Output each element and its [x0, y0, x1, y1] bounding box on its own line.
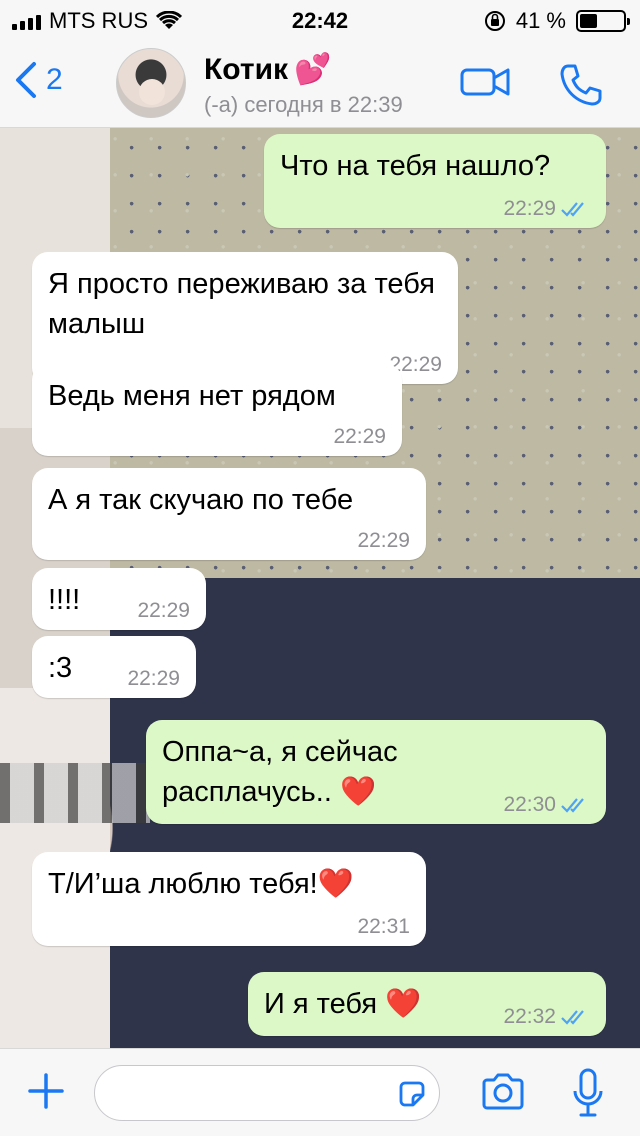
message-time: 22:29 — [127, 668, 180, 690]
message-text: :3 — [48, 652, 73, 684]
double-check-icon — [561, 202, 584, 217]
avatar[interactable] — [116, 48, 186, 118]
battery-percent: 41 % — [515, 8, 566, 33]
message-time-text: 22:29 — [127, 667, 180, 690]
chat-background: Что на тебя нашло? 22:29 Я просто пережи… — [0, 128, 640, 1048]
message-time-text: 22:29 — [357, 529, 410, 552]
battery-fill — [580, 14, 598, 28]
double-check-icon — [561, 1010, 584, 1025]
message-text: И я тебя ❤️ — [264, 988, 421, 1020]
message-bubble-incoming[interactable]: :3 22:29 — [32, 636, 196, 698]
status-bar: MTS RUS 22:42 41 % — [0, 0, 640, 40]
message-input[interactable] — [111, 1066, 391, 1120]
message-bubble-outgoing[interactable]: Оппа~а, я сейчас расплачусь.. ❤️ 22:30 — [146, 720, 606, 824]
message-time: 22:30 — [503, 794, 590, 816]
camera-button[interactable] — [480, 1073, 526, 1116]
message-bubble-incoming[interactable]: !!!! 22:29 — [32, 568, 206, 630]
message-time: 22:29 — [503, 198, 590, 220]
heart-emoji: ❤️ — [385, 988, 422, 1020]
heart-emoji: 💕 — [294, 53, 332, 86]
message-time: 22:29 — [137, 600, 190, 622]
message-time-text: 22:29 — [503, 197, 556, 220]
contact-name[interactable]: Котик 💕 — [204, 52, 331, 87]
message-time-text: 22:30 — [503, 793, 556, 816]
video-call-button[interactable] — [460, 62, 512, 107]
sticker-icon — [399, 1081, 425, 1107]
back-button[interactable]: 2 — [14, 60, 63, 100]
message-bubble-incoming[interactable]: Ведь меня нет рядом 22:29 — [32, 364, 402, 456]
message-input-wrapper — [94, 1065, 440, 1121]
plus-icon — [28, 1073, 64, 1109]
message-bubble-incoming[interactable]: Т/И’ша люблю тебя!❤️ 22:31 — [32, 852, 426, 946]
last-seen-status: (-а) сегодня в 22:39 — [204, 92, 403, 117]
battery-icon — [576, 10, 630, 32]
message-time-text: 22:31 — [357, 915, 410, 938]
heart-emoji: ❤️ — [317, 868, 354, 900]
voice-call-button[interactable] — [558, 62, 604, 113]
contact-name-text: Котик — [204, 52, 289, 86]
orientation-lock-icon — [484, 11, 505, 31]
message-time-text: 22:29 — [137, 599, 190, 622]
message-bubble-outgoing[interactable]: И я тебя ❤️ 22:32 — [248, 972, 606, 1036]
message-bubble-incoming[interactable]: А я так скучаю по тебе 22:29 — [32, 468, 426, 560]
message-bubble-outgoing[interactable]: Что на тебя нашло? 22:29 — [264, 134, 606, 228]
message-text: Что на тебя нашло? — [280, 150, 551, 182]
message-text-content: И я тебя — [264, 988, 378, 1020]
unread-count: 2 — [46, 63, 63, 96]
video-call-icon — [460, 68, 510, 96]
chat-header: 2 Котик 💕 (-а) сегодня в 22:39 — [0, 40, 640, 128]
double-check-icon — [561, 798, 584, 813]
phone-icon — [560, 64, 602, 106]
status-bar-right: 41 % — [484, 8, 630, 34]
message-time: 22:32 — [503, 1006, 590, 1028]
attach-button[interactable] — [26, 1071, 66, 1116]
message-time-text: 22:32 — [503, 1005, 556, 1028]
camera-icon — [482, 1073, 524, 1110]
message-text: А я так скучаю по тебе — [48, 484, 354, 516]
message-text: Я просто переживаю за тебя малыш — [48, 268, 435, 340]
sticker-button[interactable] — [397, 1079, 427, 1114]
microphone-button[interactable] — [570, 1067, 606, 1124]
message-text: Т/И’ша люблю тебя!❤️ — [48, 868, 354, 900]
heart-emoji: ❤️ — [339, 776, 377, 808]
message-time-text: 22:29 — [333, 425, 386, 448]
message-text: !!!! — [48, 584, 81, 616]
message-time: 22:29 — [357, 530, 410, 552]
message-text: Ведь меня нет рядом — [48, 380, 336, 412]
message-time: 22:29 — [333, 426, 386, 448]
microphone-icon — [573, 1068, 603, 1117]
composer-bar — [0, 1048, 640, 1136]
message-time: 22:31 — [357, 916, 410, 938]
message-text-content: Т/И’ша люблю тебя! — [48, 868, 318, 900]
back-chevron-icon — [16, 62, 36, 98]
message-text: Оппа~а, я сейчас расплачусь.. ❤️ — [162, 732, 472, 812]
